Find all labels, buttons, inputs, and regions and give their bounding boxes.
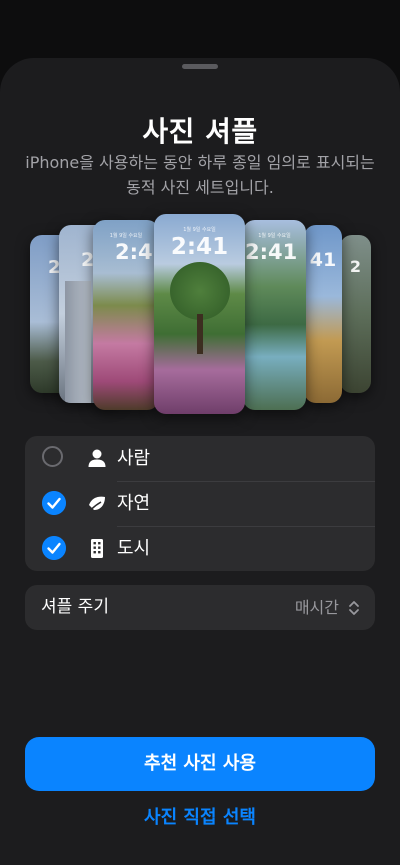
wallpaper-preview-card: 1월 9일 수요일 2:41: [93, 220, 159, 410]
person-icon: [88, 449, 106, 467]
preview-date: 1월 9일 수요일: [258, 233, 291, 239]
wallpaper-preview-card: 1월 9일 수요일 2:41: [243, 220, 306, 410]
checkmark-icon[interactable]: [42, 491, 66, 515]
tree-trunk: [197, 314, 203, 354]
photo-category-list: 사람 자연 도시: [25, 436, 375, 571]
category-row-city[interactable]: 도시: [25, 526, 375, 571]
building-shape: [65, 281, 91, 403]
sheet-grabber[interactable]: [182, 64, 218, 69]
preview-time: 2:41: [115, 240, 159, 264]
category-row-people[interactable]: 사람: [25, 436, 375, 481]
up-down-chevron-icon: [349, 601, 359, 615]
category-label: 도시: [117, 538, 151, 559]
category-row-nature[interactable]: 자연: [25, 481, 375, 526]
leaf-icon: [88, 496, 105, 513]
shuffle-frequency-label: 셔플 주기: [41, 597, 109, 617]
wallpaper-preview-card-center: 1월 9일 수요일 2:41: [154, 214, 245, 414]
unchecked-radio-icon[interactable]: [42, 446, 63, 467]
preview-time: 41: [309, 249, 337, 271]
use-featured-photos-button[interactable]: 추천 사진 사용: [25, 737, 375, 791]
wallpaper-preview-card: 2: [340, 235, 371, 393]
sheet-subtitle: iPhone을 사용하는 동안 하루 종일 임의로 표시되는 동적 사진 세트입…: [25, 153, 375, 197]
wallpaper-preview-carousel[interactable]: 2 2 1월 9일 수요일 2:41 2 41 1월 9일 수요일 2:41 1…: [0, 214, 400, 414]
sheet-title: 사진 셔플: [142, 115, 258, 148]
category-label: 자연: [117, 493, 151, 514]
category-label: 사람: [117, 448, 151, 469]
choose-photos-manually-button[interactable]: 사진 직접 선택: [0, 803, 400, 833]
preview-date: 1월 9일 수요일: [109, 233, 143, 239]
wallpaper-preview-card: 41: [304, 225, 342, 403]
checkmark-icon[interactable]: [42, 536, 66, 560]
preview-time: 2: [349, 257, 362, 276]
building-icon: [91, 539, 103, 558]
row-divider: [117, 481, 375, 482]
preview-time: 2:41: [170, 234, 229, 260]
tree-canopy: [170, 262, 230, 320]
shuffle-frequency-row[interactable]: 셔플 주기 매시간: [25, 585, 375, 630]
preview-time: 2:41: [245, 240, 298, 264]
row-divider: [117, 526, 375, 527]
shuffle-frequency-value[interactable]: 매시간: [295, 585, 339, 630]
preview-date: 1월 9일 수요일: [183, 227, 216, 233]
bottom-sheet: 사진 셔플 iPhone을 사용하는 동안 하루 종일 임의로 표시되는 동적 …: [0, 58, 400, 865]
